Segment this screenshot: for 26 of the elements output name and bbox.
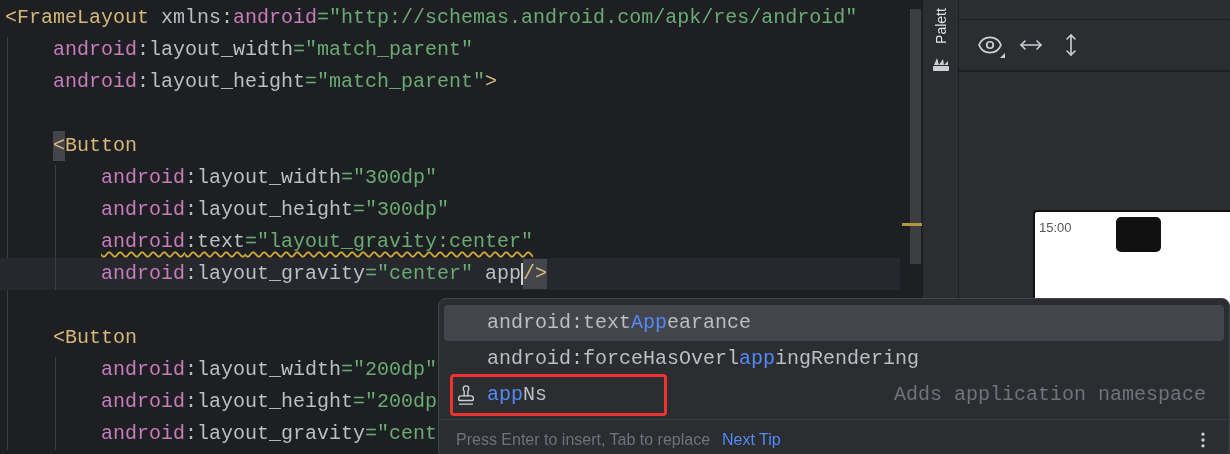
code-line: android:layout_height="200dp	[101, 389, 438, 415]
item-hint: Adds application namespace	[893, 382, 1206, 408]
code-line: android:layout_height="match_parent">	[53, 69, 498, 95]
completion-item[interactable]: android:forceHasOverlappingRendering	[444, 341, 1224, 377]
completion-item[interactable]: appNs Adds application namespace	[444, 377, 1224, 413]
next-tip-link[interactable]: Next Tip	[722, 428, 781, 452]
code-line: <FrameLayout xmlns:android="http://schemas.android.com/apk/res/android"	[5, 5, 858, 31]
code-line: android:text="layout_gravity:center"	[101, 229, 534, 255]
code-line: android:layout_width="match_parent"	[53, 37, 474, 63]
status-clock: 15:00	[1039, 219, 1072, 237]
scrollbar[interactable]	[910, 9, 921, 264]
footer-hint: Press Enter to insert, Tab to replace	[456, 430, 711, 450]
palette-tab[interactable]: Palett	[932, 3, 949, 49]
completion-item[interactable]: android:textAppearance	[444, 305, 1224, 341]
code-line: android:layout_gravity="cent	[101, 421, 438, 447]
text-caret	[521, 263, 524, 285]
code-line: <Button	[53, 131, 138, 161]
stamp-icon	[455, 384, 477, 406]
code-line: android:layout_width="300dp"	[101, 165, 438, 191]
code-line: android:layout_width="200dp"	[101, 357, 438, 383]
palette-icon	[931, 56, 950, 72]
code-line: <Button	[53, 325, 138, 351]
camera-cutout	[1115, 217, 1161, 252]
warning-marker[interactable]	[902, 223, 922, 226]
code-line: android:layout_gravity="center" app/>	[101, 259, 548, 289]
code-line: android:layout_height="300dp"	[101, 197, 450, 223]
